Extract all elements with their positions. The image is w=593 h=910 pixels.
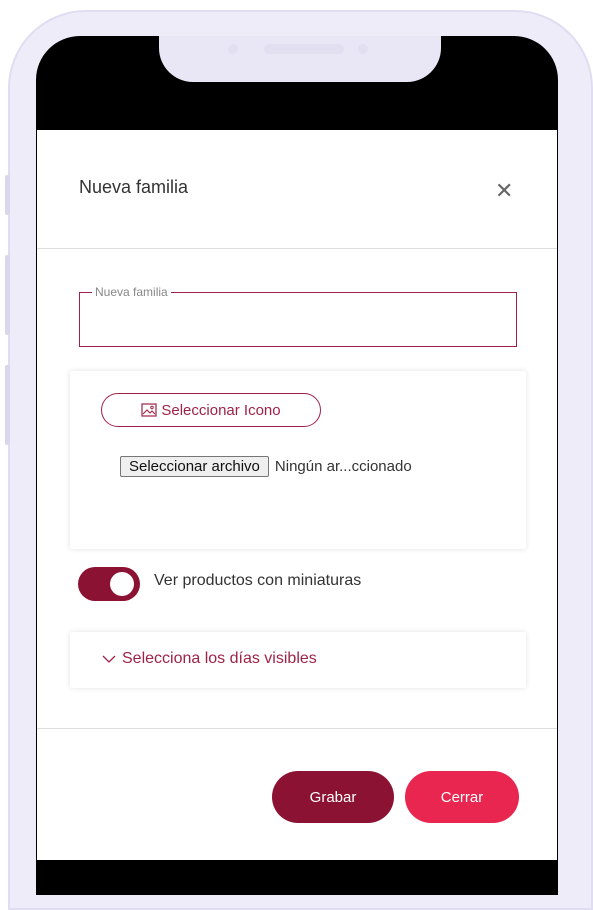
modal-header: Nueva familia ✕ [37, 130, 557, 249]
modal-title: Nueva familia [79, 177, 189, 197]
close-icon[interactable]: ✕ [495, 180, 513, 202]
visible-days-label: Selecciona los días visibles [122, 650, 317, 667]
family-name-input[interactable] [86, 299, 514, 331]
visible-days-dropdown[interactable]: Selecciona los días visibles [70, 632, 526, 688]
phone-side-button [5, 365, 10, 445]
toggle-knob [110, 572, 134, 596]
thumbnails-toggle-label: Ver productos con miniaturas [154, 572, 362, 589]
file-status: Ningún ar...ccionado [274, 458, 412, 475]
image-icon [141, 403, 157, 417]
phone-notch [159, 36, 441, 82]
front-camera [228, 44, 238, 54]
close-button[interactable]: Cerrar [405, 771, 519, 823]
file-input: Seleccionar archivo Ningún ar...ccionado [120, 456, 412, 477]
phone-speaker [264, 44, 344, 54]
icon-upload-card: Seleccionar Icono Seleccionar archivo Ni… [70, 371, 526, 549]
phone-side-button [5, 255, 10, 335]
chevron-down-icon [102, 655, 116, 663]
choose-file-button[interactable]: Seleccionar archivo [120, 456, 269, 477]
family-name-field[interactable]: Nueva familia [79, 285, 517, 347]
save-button[interactable]: Grabar [272, 771, 394, 823]
footer-divider [37, 728, 557, 729]
select-icon-button[interactable]: Seleccionar Icono [101, 393, 321, 427]
thumbnails-toggle[interactable] [78, 567, 140, 601]
select-icon-label: Seleccionar Icono [161, 401, 281, 419]
family-name-label: Nueva familia [95, 285, 168, 299]
new-family-modal: Nueva familia ✕ Nueva familia Selecciona… [37, 130, 557, 860]
phone-side-button [5, 175, 10, 215]
visible-days-header: Selecciona los días visibles [102, 650, 317, 668]
proximity-sensor [358, 44, 368, 54]
